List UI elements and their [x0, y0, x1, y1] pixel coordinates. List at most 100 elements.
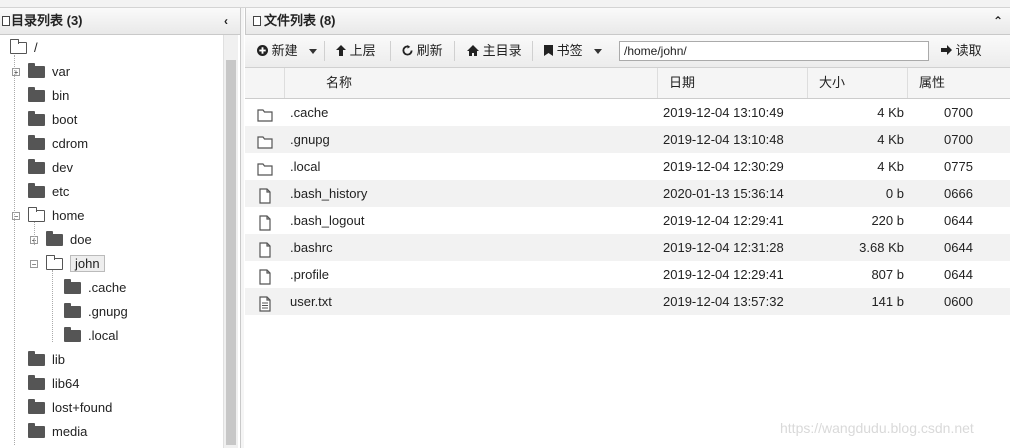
collapse-toggle-icon[interactable]: − [30, 260, 38, 269]
toolbar-divider [324, 41, 325, 61]
folder-icon [28, 350, 45, 366]
file-row[interactable]: .bash_history 2020-01-13 15:36:14 0 b 0666 [245, 180, 1010, 207]
text-file-icon [257, 294, 273, 312]
watermark: https://wangdudu.blog.csdn.net [780, 420, 974, 436]
tree-node[interactable]: .cache [64, 278, 126, 298]
file-permissions: 0644 [944, 240, 973, 255]
file-size: 0 b [885, 186, 904, 201]
tree-node[interactable]: cdrom [28, 134, 88, 154]
tree-node[interactable]: lib64 [28, 374, 79, 394]
tree-node[interactable]: doe [46, 230, 92, 250]
tree-node[interactable]: media [28, 422, 87, 442]
tree-node[interactable]: boot [28, 110, 77, 130]
file-icon [257, 267, 273, 285]
toolbar: 新建 上层 刷新 主目录 书签 读取 [245, 35, 1010, 68]
arrow-up-icon [336, 45, 346, 56]
file-permissions: 0775 [944, 159, 973, 174]
file-size: 4 Kb [877, 105, 904, 120]
panel-splitter[interactable] [241, 8, 244, 448]
file-row[interactable]: user.txt 2019-12-04 13:57:32 141 b 0600 [245, 288, 1010, 315]
new-button[interactable]: 新建 [257, 35, 318, 67]
file-date: 2019-12-04 12:29:41 [663, 267, 784, 282]
permissions-column-header[interactable]: 属性 [908, 68, 1008, 98]
folder-icon [28, 422, 45, 438]
tree-scrollbar[interactable] [223, 35, 238, 448]
tree-node[interactable]: home [28, 206, 85, 226]
tree-node[interactable]: var [28, 62, 70, 82]
up-level-button[interactable]: 上层 [336, 35, 376, 67]
tree-node-label: lib64 [52, 376, 80, 391]
file-row[interactable]: .bashrc 2019-12-04 12:31:28 3.68 Kb 0644 [245, 234, 1010, 261]
tree-node[interactable]: .local [64, 326, 118, 346]
refresh-label: 刷新 [416, 43, 443, 58]
folder-icon [257, 159, 273, 176]
file-panel-header: 文件列表 (8) ⌃ [245, 8, 1010, 35]
scrollbar-thumb[interactable] [226, 60, 236, 445]
tree-node[interactable]: dev [28, 158, 73, 178]
tree-node-label: var [52, 64, 71, 79]
read-button[interactable]: 读取 [941, 35, 982, 67]
size-column-header[interactable]: 大小 [808, 68, 908, 98]
collapse-panel-button[interactable]: ‹ [224, 8, 228, 34]
path-input[interactable] [619, 41, 929, 61]
refresh-button[interactable]: 刷新 [402, 35, 443, 67]
file-panel: 文件列表 (8) ⌃ 新建 上层 刷新 主目录 书签 /home/john/ 读… [245, 8, 1010, 448]
tree-node-label: .gnupg [88, 304, 128, 319]
file-size: 3.68 Kb [859, 240, 904, 255]
tree-node-label: lib [52, 352, 66, 367]
bookmark-icon [544, 45, 553, 56]
file-size: 4 Kb [877, 132, 904, 147]
tree-node-label: dev [52, 160, 73, 175]
tree-connector-line [52, 270, 53, 342]
file-date: 2019-12-04 12:30:29 [663, 159, 784, 174]
table-header: 名称 日期 大小 属性 [245, 68, 1010, 99]
tree-node-label: lost+found [52, 400, 113, 415]
tree-node[interactable]: lib [28, 350, 65, 370]
date-column-header[interactable]: 日期 [658, 68, 808, 98]
file-row[interactable]: .cache 2019-12-04 13:10:49 4 Kb 0700 [245, 99, 1010, 126]
tree-node-label: doe [70, 232, 92, 247]
file-size: 220 b [871, 213, 904, 228]
file-date: 2019-12-04 13:10:49 [663, 105, 784, 120]
bookmarks-button[interactable]: 书签 [544, 35, 603, 67]
toolbar-divider [454, 41, 455, 61]
file-date: 2020-01-13 15:36:14 [663, 186, 784, 201]
file-row[interactable]: .gnupg 2019-12-04 13:10:48 4 Kb 0700 [245, 126, 1010, 153]
panel-icon [2, 16, 10, 26]
file-row[interactable]: .local 2019-12-04 12:30:29 4 Kb 0775 [245, 153, 1010, 180]
collapse-panel-button[interactable]: ⌃ [993, 8, 1003, 34]
folder-icon [46, 230, 63, 246]
file-row[interactable]: .profile 2019-12-04 12:29:41 807 b 0644 [245, 261, 1010, 288]
name-column-header[interactable]: 名称 [285, 68, 658, 98]
folder-icon [28, 86, 45, 102]
tree-node-label: media [52, 424, 88, 439]
file-permissions: 0700 [944, 105, 973, 120]
folder-icon [257, 132, 273, 149]
icon-column-header [245, 68, 285, 98]
folder-icon [28, 182, 45, 198]
folder-icon [28, 398, 45, 414]
tree-node[interactable]: etc [28, 182, 69, 202]
tree-node-label: bin [52, 88, 70, 103]
toolbar-divider [532, 41, 533, 61]
tree-node[interactable]: bin [28, 86, 69, 106]
caret-down-icon [309, 49, 318, 54]
file-row[interactable]: .bash_logout 2019-12-04 12:29:41 220 b 0644 [245, 207, 1010, 234]
directory-panel-header: 目录列表 (3) ‹ [0, 8, 240, 35]
tree-node[interactable]: .gnupg [64, 302, 128, 322]
file-rows: .cache 2019-12-04 13:10:49 4 Kb 0700 .gnupg 2… [245, 99, 1010, 315]
tree-node-label: .cache [88, 280, 127, 295]
folder-icon [28, 62, 45, 78]
file-date: 2019-12-04 13:57:32 [663, 294, 784, 309]
folder-icon [64, 302, 81, 318]
file-icon [257, 213, 273, 231]
home-directory-button[interactable]: 主目录 [467, 35, 522, 67]
tree-node[interactable]: lost+found [28, 398, 112, 418]
file-date: 2019-12-04 13:10:48 [663, 132, 784, 147]
refresh-icon [402, 45, 413, 56]
tree-node-label: .local [88, 328, 119, 343]
tree-node-label: john [70, 255, 105, 272]
tree-node-label: cdrom [52, 136, 89, 151]
tree-node[interactable]: john [46, 254, 105, 274]
file-name: .cache [290, 105, 329, 120]
